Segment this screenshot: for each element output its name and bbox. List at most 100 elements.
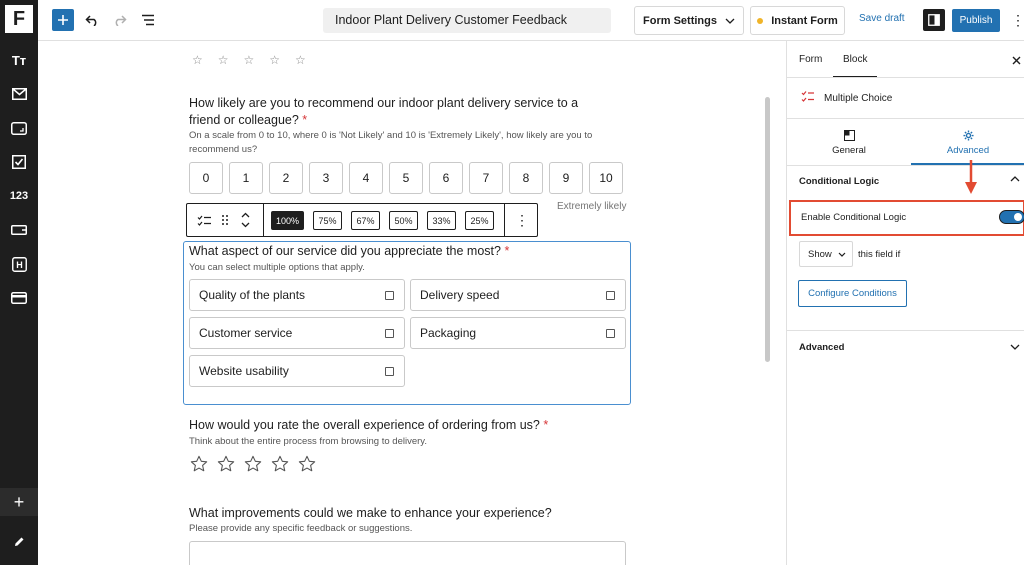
status-dot-icon xyxy=(757,17,764,24)
nps-question-title: How likely are you to recommend our indo… xyxy=(189,96,579,127)
width-option[interactable]: 50% xyxy=(389,211,418,230)
nps-option[interactable]: 8 xyxy=(509,162,543,194)
red-arrow-annotation-icon xyxy=(965,160,977,194)
gear-icon xyxy=(962,129,974,141)
tab-form[interactable]: Form xyxy=(799,54,822,65)
checkbox-icon[interactable] xyxy=(606,329,615,338)
choice-option[interactable]: Customer service xyxy=(189,317,405,349)
choice-option[interactable]: Website usability xyxy=(189,355,405,387)
top-toolbar: Indoor Plant Delivery Customer Feedback … xyxy=(38,0,1024,41)
chevron-up-icon[interactable] xyxy=(1010,174,1020,185)
enable-conditional-logic-label: Enable Conditional Logic xyxy=(801,212,907,223)
tab-general[interactable]: General xyxy=(787,119,911,166)
mail-icon[interactable] xyxy=(0,81,38,107)
multiple-choice-icon xyxy=(801,91,814,102)
app-logo[interactable]: F xyxy=(5,5,33,33)
block-name: Multiple Choice xyxy=(824,93,893,104)
toggle-knob xyxy=(1014,213,1022,221)
tab-block[interactable]: Block xyxy=(843,54,867,65)
undo-icon[interactable] xyxy=(82,10,102,30)
nps-option[interactable]: 7 xyxy=(469,162,503,194)
star-icon[interactable] xyxy=(217,455,235,473)
rating-question-title: How would you rate the overall experienc… xyxy=(189,418,549,432)
redo-icon[interactable] xyxy=(110,10,130,30)
toolbar-divider xyxy=(263,204,264,236)
nps-option[interactable]: 0 xyxy=(189,162,223,194)
conditional-logic-toggle[interactable] xyxy=(999,210,1024,224)
drag-handle-icon[interactable] xyxy=(217,204,233,236)
block-options-icon[interactable]: ⋮ xyxy=(507,204,537,236)
heading-icon[interactable]: H xyxy=(0,251,38,277)
width-option[interactable]: 67% xyxy=(351,211,380,230)
feedback-textarea[interactable] xyxy=(189,541,626,565)
star-icon[interactable] xyxy=(271,455,289,473)
checkbox-icon[interactable] xyxy=(385,367,394,376)
partial-star-rating: ☆☆☆☆☆ xyxy=(192,53,321,67)
more-options-icon[interactable]: ⋮ xyxy=(1008,10,1024,30)
choice-option[interactable]: Delivery speed xyxy=(410,279,626,311)
sidebar-toggle-icon[interactable] xyxy=(923,9,945,31)
choice-option[interactable]: Packaging xyxy=(410,317,626,349)
save-draft-button[interactable]: Save draft xyxy=(859,13,905,24)
star-icon[interactable] xyxy=(298,455,316,473)
conditional-logic-heading[interactable]: Conditional Logic xyxy=(799,176,879,187)
tab-advanced[interactable]: Advanced xyxy=(911,119,1024,166)
advanced-section-heading[interactable]: Advanced xyxy=(799,342,844,353)
general-icon xyxy=(843,129,855,141)
instant-form-button[interactable]: Instant Form xyxy=(750,6,845,35)
input-icon[interactable] xyxy=(0,217,38,243)
list-view-icon[interactable] xyxy=(138,10,158,30)
pencil-icon[interactable] xyxy=(0,530,38,554)
checkbox-icon[interactable] xyxy=(0,149,38,175)
close-icon[interactable] xyxy=(1012,54,1021,68)
number-icon[interactable]: 123 xyxy=(0,183,38,209)
form-settings-button[interactable]: Form Settings xyxy=(634,6,744,35)
move-up-down-icon[interactable] xyxy=(235,204,255,236)
width-option[interactable]: 75% xyxy=(313,211,342,230)
width-option[interactable]: 25% xyxy=(465,211,494,230)
publish-button[interactable]: Publish xyxy=(952,9,1000,32)
nps-option[interactable]: 6 xyxy=(429,162,463,194)
condition-suffix-text: this field if xyxy=(858,249,901,260)
typography-icon[interactable]: Tт xyxy=(0,47,38,73)
scrollbar-thumb[interactable] xyxy=(765,97,770,362)
divider xyxy=(787,77,1024,78)
checkbox-icon[interactable] xyxy=(385,329,394,338)
card-icon[interactable] xyxy=(0,115,38,141)
nps-high-label: Extremely likely xyxy=(557,201,627,212)
star-icon[interactable] xyxy=(244,455,262,473)
document-title[interactable]: Indoor Plant Delivery Customer Feedback xyxy=(323,8,611,33)
width-option[interactable]: 100% xyxy=(271,211,304,230)
nps-option[interactable]: 4 xyxy=(349,162,383,194)
choice-option[interactable]: Quality of the plants xyxy=(189,279,405,311)
nps-option[interactable]: 10 xyxy=(589,162,623,194)
left-sidebar: F Tт 123 H + xyxy=(0,0,38,565)
nps-option[interactable]: 2 xyxy=(269,162,303,194)
multiple-choice-description: You can select multiple options that app… xyxy=(189,262,365,273)
multiple-choice-block-icon[interactable] xyxy=(193,204,215,236)
divider xyxy=(787,165,1024,166)
checkbox-icon[interactable] xyxy=(606,291,615,300)
checkbox-icon[interactable] xyxy=(385,291,394,300)
payment-icon[interactable] xyxy=(0,285,38,311)
multiple-choice-title: What aspect of our service did you appre… xyxy=(189,244,510,258)
nps-option[interactable]: 9 xyxy=(549,162,583,194)
chevron-down-icon xyxy=(725,18,735,24)
rating-question-description: Think about the entire process from brow… xyxy=(189,436,427,447)
chevron-down-icon[interactable] xyxy=(1010,342,1020,353)
enable-conditional-logic-row: Enable Conditional Logic xyxy=(789,200,1024,236)
add-field-button[interactable]: + xyxy=(0,488,38,516)
star-icon[interactable] xyxy=(190,455,208,473)
nps-option[interactable]: 5 xyxy=(389,162,423,194)
add-block-button[interactable] xyxy=(52,9,74,31)
show-hide-select[interactable]: Show xyxy=(799,241,853,267)
nps-question-description: On a scale from 0 to 10, where 0 is 'Not… xyxy=(189,130,593,155)
nps-option[interactable]: 1 xyxy=(229,162,263,194)
divider xyxy=(787,330,1024,331)
nps-option[interactable]: 3 xyxy=(309,162,343,194)
configure-conditions-button[interactable]: Configure Conditions xyxy=(798,280,907,307)
width-option[interactable]: 33% xyxy=(427,211,456,230)
star-rating xyxy=(190,455,316,473)
improvement-question-title: What improvements could we make to enhan… xyxy=(189,506,552,520)
canvas-scrollbar[interactable] xyxy=(762,57,772,557)
